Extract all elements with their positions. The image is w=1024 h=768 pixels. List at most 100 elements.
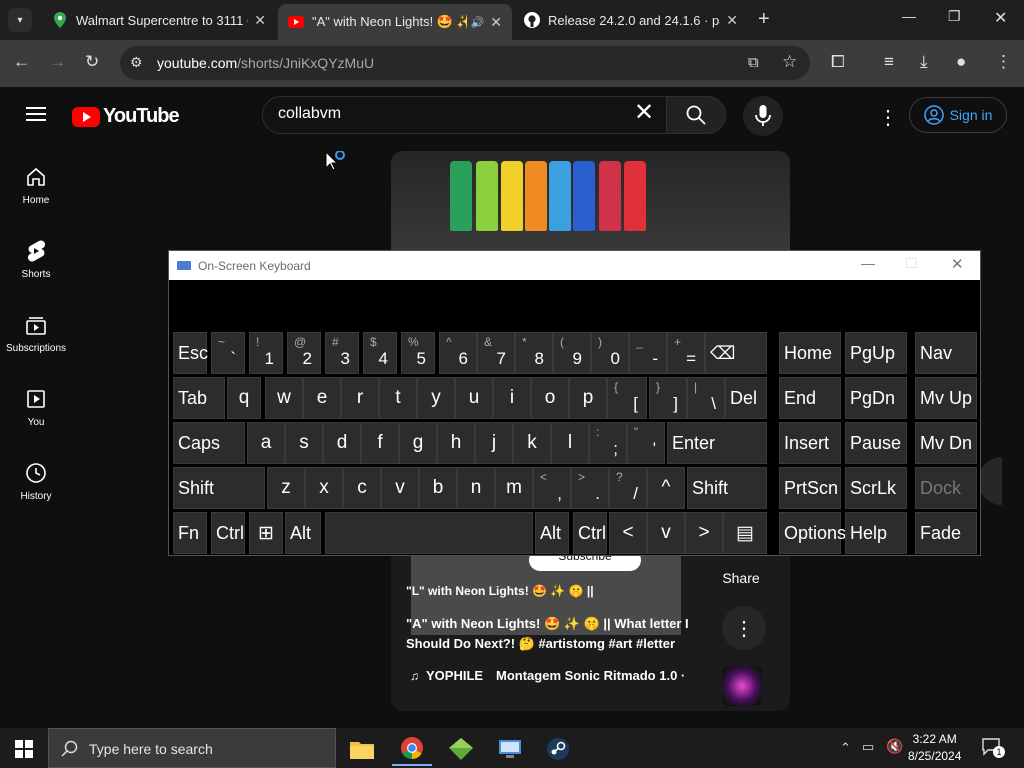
music-track[interactable]: Montagem Sonic Ritmado 1.0 · (496, 668, 685, 683)
osk-key-v[interactable]: v (647, 512, 685, 554)
osk-minimize-icon[interactable]: — (861, 255, 875, 271)
new-tab-button[interactable]: + (758, 8, 770, 30)
osk-key-scrlk[interactable]: ScrLk (845, 467, 907, 509)
osk-key-d[interactable]: d (323, 422, 361, 464)
osk-key-k[interactable]: k (513, 422, 551, 464)
osk-key-j[interactable]: j (475, 422, 513, 464)
osk-key-del[interactable]: Del (725, 377, 767, 419)
volume-muted-icon[interactable]: 🔇 (886, 738, 903, 755)
sidebar-item-home[interactable]: Home (0, 165, 72, 206)
osk-key-3[interactable]: #3 (325, 332, 359, 374)
osk-key-m[interactable]: m (495, 467, 533, 509)
music-artist[interactable]: YOPHILE (426, 668, 483, 683)
tray-expand-icon[interactable]: ⌃ (840, 740, 851, 756)
osk-key-symbol[interactable]: :; (589, 422, 627, 464)
osk-key-o[interactable]: o (531, 377, 569, 419)
osk-maximize-icon[interactable]: ☐ (905, 255, 918, 272)
tab-close-icon[interactable]: ✕ (490, 14, 502, 31)
start-button[interactable] (4, 732, 44, 766)
install-app-icon[interactable]: ⧉ (748, 54, 759, 71)
osk-key-f[interactable]: f (361, 422, 399, 464)
osk-key-symbol[interactable]: | \ (687, 377, 725, 419)
osk-key-symbol[interactable]: ▤ (723, 512, 767, 554)
settings-kebab-icon[interactable]: ⋮ (878, 105, 898, 130)
osk-key-nav[interactable]: Nav (915, 332, 977, 374)
search-input[interactable] (278, 105, 618, 123)
osk-key-6[interactable]: ^ 6 (439, 332, 477, 374)
osk-key-v[interactable]: v (381, 467, 419, 509)
osk-key-symbol[interactable]: + = (667, 332, 705, 374)
minimize-icon[interactable]: — (902, 8, 916, 24)
osk-key-symbol[interactable]: > (685, 512, 723, 554)
tab-youtube-short[interactable]: "A" with Neon Lights! 🤩 ✨ 🔊 ✕ (278, 4, 512, 40)
more-actions-button[interactable]: ⋮ (722, 606, 766, 650)
osk-key-caps[interactable]: Caps (173, 422, 245, 464)
sidebar-item-shorts[interactable]: Shorts (0, 239, 72, 280)
osk-key-5[interactable]: % 5 (401, 332, 435, 374)
osk-key-symbol[interactable]: ~ ` (211, 332, 245, 374)
osk-key-end[interactable]: End (779, 377, 841, 419)
sign-in-button[interactable]: Sign in (909, 97, 1007, 133)
sidebar-item-you[interactable]: You (0, 387, 72, 428)
osk-key-n[interactable]: n (457, 467, 495, 509)
osk-key-mv-dn[interactable]: Mv Dn (915, 422, 977, 464)
osk-key-prtscn[interactable]: PrtScn (779, 467, 841, 509)
osk-key-ctrl[interactable]: Ctrl (573, 512, 607, 554)
osk-key-esc[interactable]: Esc (173, 332, 208, 374)
speaker-icon[interactable]: 🔊 (471, 16, 485, 29)
taskbar-search-box[interactable]: Type here to search (48, 728, 336, 768)
youtube-logo[interactable]: YouTube (72, 105, 180, 128)
osk-key-home[interactable]: Home (779, 332, 841, 374)
media-queue-icon[interactable]: ≡ (884, 52, 894, 72)
next-short-button[interactable] (978, 457, 1002, 505)
osk-key-x[interactable]: x (305, 467, 343, 509)
osk-key-8[interactable]: * 8 (515, 332, 553, 374)
tab-close-icon[interactable]: ✕ (254, 12, 266, 29)
osk-key-0[interactable]: ) 0 (591, 332, 629, 374)
tab-search-button[interactable]: ▾ (8, 8, 32, 32)
osk-key-u[interactable]: u (455, 377, 493, 419)
osk-key-ctrl[interactable]: Ctrl (211, 512, 245, 554)
osk-key-g[interactable]: g (399, 422, 437, 464)
osk-key-shift[interactable]: Shift (173, 467, 265, 509)
download-icon[interactable]: ⤓ (920, 52, 928, 72)
osk-key-pgup[interactable]: PgUp (845, 332, 907, 374)
osk-key-tab[interactable]: Tab (173, 377, 225, 419)
bookmark-star-icon[interactable]: ☆ (782, 52, 797, 72)
chrome-icon[interactable] (392, 732, 432, 766)
osk-key-enter[interactable]: Enter (667, 422, 767, 464)
tab-walmart[interactable]: Walmart Supercentre to 3111 C ✕ (42, 4, 276, 36)
osk-key-insert[interactable]: Insert (779, 422, 841, 464)
osk-key-space[interactable] (325, 512, 533, 554)
steam-icon[interactable] (538, 732, 578, 766)
extensions-puzzle-icon[interactable]: ⧠ (831, 52, 845, 72)
voice-search-button[interactable] (743, 96, 783, 136)
osk-key-dock[interactable]: Dock (915, 467, 977, 509)
osk-key-help[interactable]: Help (845, 512, 907, 554)
osk-key-symbol[interactable]: >. (571, 467, 609, 509)
osk-key-z[interactable]: z (267, 467, 305, 509)
address-bar[interactable]: ⚙ youtube.com/shorts/JniKxQYzMuU ⧉ ☆ (120, 46, 810, 80)
osk-close-icon[interactable]: ✕ (951, 255, 964, 273)
url-text[interactable]: youtube.com/shorts/JniKxQYzMuU (157, 55, 374, 71)
green-gem-app-icon[interactable] (441, 732, 481, 766)
osk-key-options[interactable]: Options (779, 512, 846, 554)
osk-key-symbol[interactable]: " ' (627, 422, 665, 464)
osk-key-a[interactable]: a (247, 422, 285, 464)
osk-key-q[interactable]: q (227, 377, 261, 419)
osk-key-symbol[interactable]: }] (649, 377, 687, 419)
osk-key-c[interactable]: c (343, 467, 381, 509)
window-close-icon[interactable]: ✕ (994, 8, 1007, 28)
tab-github-release[interactable]: Release 24.2.0 and 24.1.6 · pal1 ✕ (514, 4, 748, 36)
osk-key-alt[interactable]: Alt (535, 512, 569, 554)
sidebar-item-history[interactable]: History (0, 461, 72, 502)
osk-key-b[interactable]: b (419, 467, 457, 509)
osk-key-r[interactable]: r (341, 377, 379, 419)
osk-key-i[interactable]: i (493, 377, 531, 419)
restore-icon[interactable]: ❐ (948, 8, 961, 25)
osk-key-w[interactable]: w (265, 377, 303, 419)
forward-arrow-icon[interactable]: → (49, 52, 66, 72)
browser-menu-icon[interactable]: ⋮ (995, 52, 1012, 72)
osk-key-h[interactable]: h (437, 422, 475, 464)
back-arrow-icon[interactable]: ← (13, 52, 30, 72)
